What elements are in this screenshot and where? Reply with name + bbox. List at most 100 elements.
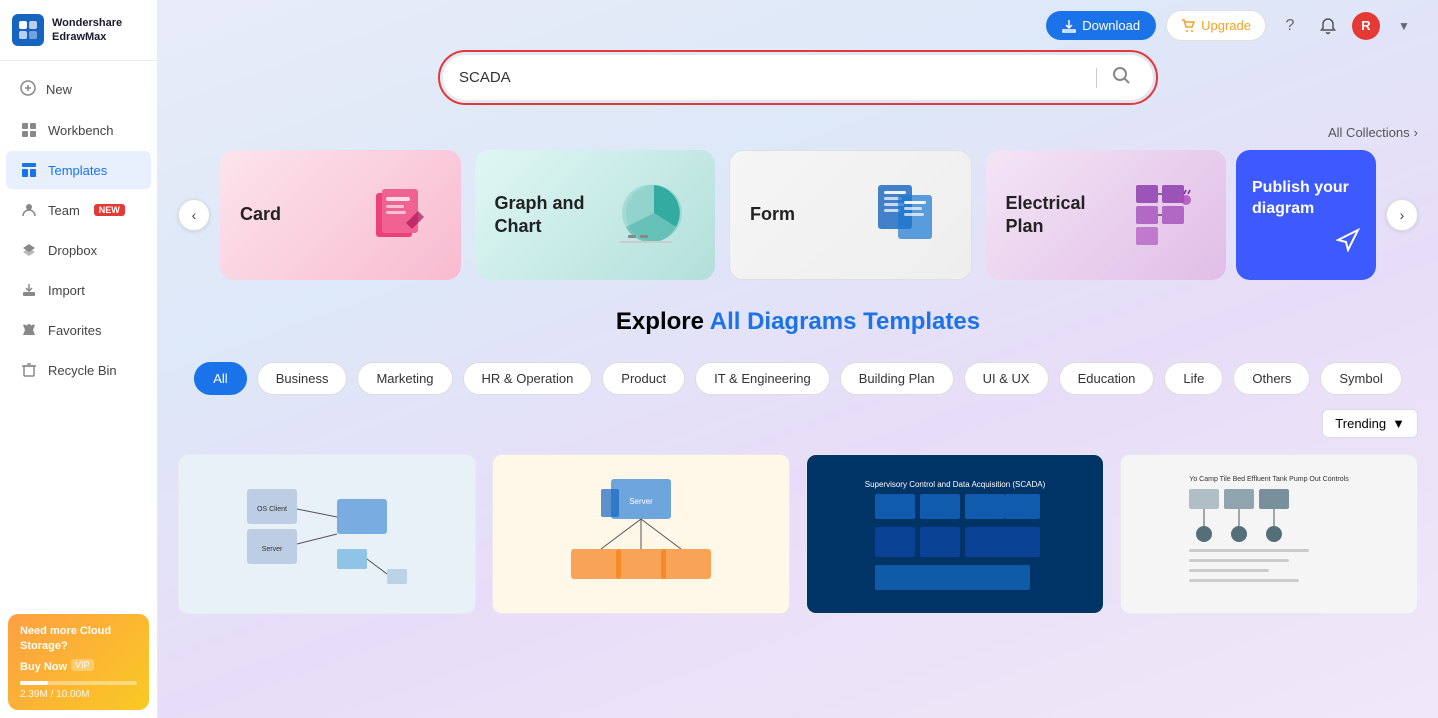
card-illustration [351,170,441,260]
recycle-icon [20,361,38,379]
template-thumb-3[interactable]: Supervisory Control and Data Acquisition… [806,454,1104,614]
template-card-graph-chart[interactable]: Graph and Chart [475,150,716,280]
sidebar-item-recycle[interactable]: Recycle Bin [6,351,151,389]
svg-text:Server: Server [262,546,283,553]
logo-area: Wondershare EdrawMax [0,0,157,61]
storage-bar-track [20,681,137,685]
filter-tag-ui-ux[interactable]: UI & UX [964,362,1049,395]
collections-header: All Collections › [158,125,1438,150]
topbar: Download Upgrade ? R ▼ [1026,0,1438,51]
team-label: Team [48,203,80,218]
graph-chart-illustration [605,170,695,260]
search-icon [1111,65,1131,85]
sidebar-item-templates[interactable]: Templates [6,151,151,189]
filter-tags: All Business Marketing HR & Operation Pr… [158,346,1438,405]
import-label: Import [48,283,85,298]
download-button[interactable]: Download [1046,11,1156,40]
recycle-label: Recycle Bin [48,363,117,378]
storage-widget[interactable]: Need more Cloud Storage? Buy Now VIP 2.3… [8,614,149,710]
template-card-form[interactable]: Form [729,150,972,280]
explore-title: Explore All Diagrams Templates [178,308,1418,336]
template-card-card[interactable]: Card [220,150,461,280]
filter-tag-product[interactable]: Product [602,362,685,395]
sidebar: Wondershare EdrawMax New [0,0,158,718]
filter-tag-life[interactable]: Life [1164,362,1223,395]
templates-icon [20,161,38,179]
sidebar-item-import[interactable]: Import [6,271,151,309]
workbench-icon [20,121,38,139]
workbench-label: Workbench [48,123,114,138]
template-thumb-4[interactable]: Yo Camp Tile Bed Effluent Tank Pump Out … [1120,454,1418,614]
electrical-plan-illustration [1116,170,1206,260]
dropbox-icon [20,241,38,259]
filter-tag-all[interactable]: All [194,362,246,395]
sidebar-item-dropbox[interactable]: Dropbox [6,231,151,269]
graph-chart-label: Graph and Chart [495,192,595,239]
all-collections-link[interactable]: All Collections › [1328,125,1418,140]
templates-label: Templates [48,163,107,178]
sidebar-item-favorites[interactable]: Favorites [6,311,151,349]
trending-select[interactable]: Trending ▼ [1322,409,1418,438]
nav-items: New Workbench T [0,61,157,606]
publish-banner[interactable]: Publish your diagram [1236,150,1376,280]
svg-text:Supervisory Control and Data A: Supervisory Control and Data Acquisition… [865,480,1045,489]
explore-section: Explore All Diagrams Templates [158,280,1438,346]
plus-icon [20,80,36,99]
download-icon [1062,19,1076,33]
search-box [443,55,1153,100]
carousel-prev-button[interactable]: ‹ [178,199,210,231]
favorites-icon [20,321,38,339]
cart-icon [1181,19,1195,33]
thumb-img-2: Server [493,455,789,613]
thumb-img-3: Supervisory Control and Data Acquisition… [807,455,1103,613]
chevron-down-icon[interactable]: ▼ [1390,12,1418,40]
storage-buy-button[interactable]: Buy Now [20,661,67,673]
storage-vip-badge: VIP [71,659,94,671]
search-divider [1096,68,1097,88]
svg-text:Yo Camp Tile Bed Effluent Tank: Yo Camp Tile Bed Effluent Tank Pump Out … [1189,476,1349,483]
search-button[interactable] [1105,63,1137,92]
template-thumb-1[interactable]: OS Client Server [178,454,476,614]
send-icon [1252,228,1360,252]
template-carousel: ‹ Card Graph and Chart [158,150,1438,280]
search-box-outer [438,50,1158,105]
app-name: Wondershare EdrawMax [52,16,122,45]
help-icon[interactable]: ? [1276,12,1304,40]
chevron-down-icon: ▼ [1392,416,1405,431]
filter-tag-others[interactable]: Others [1233,362,1310,395]
dropbox-label: Dropbox [48,243,97,258]
sidebar-item-team[interactable]: Team NEW [6,191,151,229]
thumb-img-1: OS Client Server [179,455,475,613]
import-icon [20,281,38,299]
filter-tag-education[interactable]: Education [1059,362,1155,395]
card-label: Card [240,203,281,226]
template-card-electrical-plan[interactable]: Electrical Plan [986,150,1227,280]
form-label: Form [750,203,795,226]
bell-icon[interactable] [1314,12,1342,40]
templates-grid: OS Client Server Server [158,446,1438,634]
team-new-badge: NEW [94,204,125,216]
storage-title: Need more Cloud Storage? [20,624,137,653]
trending-row: Trending ▼ [158,405,1438,446]
sidebar-item-workbench[interactable]: Workbench [6,111,151,149]
filter-tag-hr-operation[interactable]: HR & Operation [463,362,593,395]
main-content: Download Upgrade ? R ▼ [158,0,1438,718]
avatar[interactable]: R [1352,12,1380,40]
storage-bar-fill [20,681,48,685]
filter-tag-building-plan[interactable]: Building Plan [840,362,954,395]
carousel-next-button[interactable]: › [1386,199,1418,231]
filter-tag-symbol[interactable]: Symbol [1320,362,1401,395]
search-input[interactable] [459,69,1088,86]
filter-tag-business[interactable]: Business [257,362,348,395]
favorites-label: Favorites [48,323,101,338]
filter-tag-it-engineering[interactable]: IT & Engineering [695,362,830,395]
team-icon [20,201,38,219]
new-label: New [46,82,72,97]
electrical-plan-label: Electrical Plan [1006,192,1106,239]
template-thumb-2[interactable]: Server [492,454,790,614]
upgrade-button[interactable]: Upgrade [1166,10,1266,41]
thumb-img-4: Yo Camp Tile Bed Effluent Tank Pump Out … [1121,455,1417,613]
publish-title: Publish your diagram [1252,178,1360,220]
filter-tag-marketing[interactable]: Marketing [357,362,452,395]
new-button[interactable]: New [6,70,151,109]
